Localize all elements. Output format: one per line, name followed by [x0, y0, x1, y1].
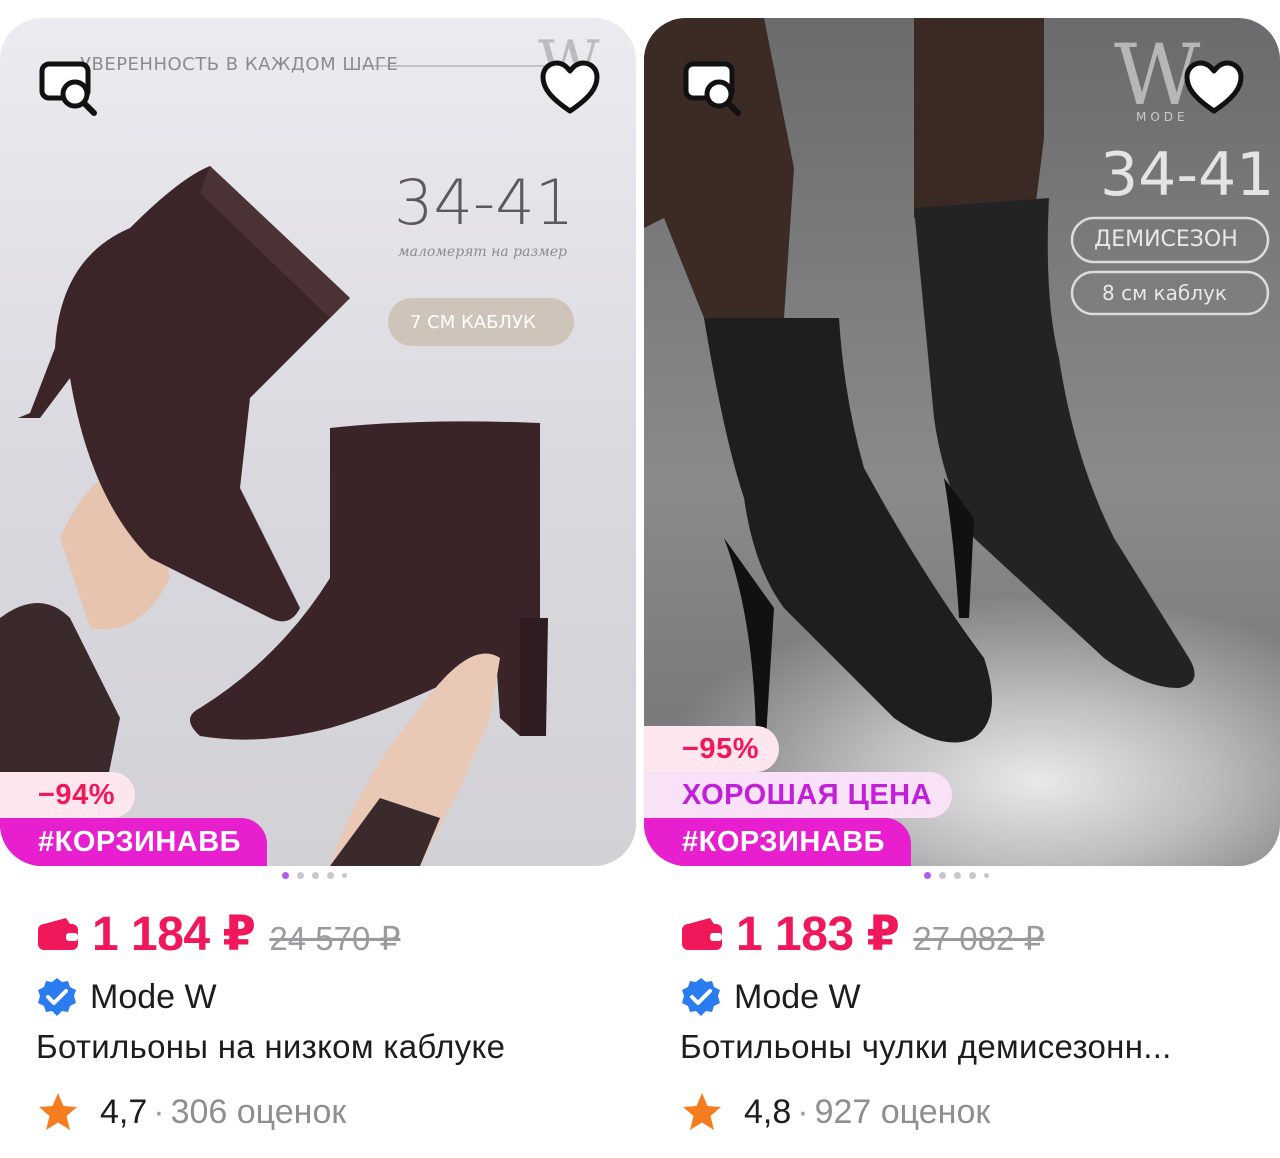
product-photo[interactable]: УВЕРЕННОСТЬ В КАЖДОМ ШАГЕ W 34-41 маломе… — [0, 18, 636, 866]
star-icon — [683, 1093, 721, 1130]
carousel-dot[interactable] — [954, 872, 961, 879]
current-price: 1 184 ₽ — [92, 908, 256, 961]
promo-tag-badge: #КОРЗИНАВБ — [0, 818, 268, 866]
seller-name[interactable]: Mode W — [90, 978, 217, 1017]
boots-illustration — [0, 65, 574, 866]
rating-value: 4,8 — [744, 1092, 792, 1131]
image-search-icon — [39, 61, 97, 116]
image-search-button[interactable] — [680, 56, 744, 120]
badge-stack: −94% #КОРЗИНАВБ — [0, 772, 268, 866]
discount-badge: −94% — [0, 772, 135, 818]
heart-outline-icon — [540, 60, 600, 114]
separator-dot: · — [153, 1092, 165, 1131]
carousel-dot[interactable] — [297, 872, 304, 879]
carousel-dot[interactable] — [939, 872, 946, 879]
price-row: 1 184 ₽ 24 570 ₽ — [36, 906, 400, 962]
good-price-badge: ХОРОШАЯ ЦЕНА — [644, 772, 953, 818]
rating-row: 4,8 · 927 оценок — [680, 1090, 990, 1134]
seller-row[interactable]: Mode W — [36, 976, 217, 1018]
separator-dot: · — [797, 1092, 809, 1131]
carousel-dots[interactable] — [282, 872, 347, 879]
price-row: 1 183 ₽ 27 082 ₽ — [680, 906, 1044, 962]
rating-value: 4,7 — [100, 1092, 148, 1131]
reviews-count: 306 оценок — [170, 1092, 347, 1131]
heel-label: 7 СМ КАБЛУК — [410, 312, 536, 333]
promo-tag-badge: #КОРЗИНАВБ — [644, 818, 912, 866]
image-search-button[interactable] — [36, 56, 100, 120]
seller-row[interactable]: Mode W — [680, 976, 861, 1018]
product-photo[interactable]: W MODE 34-41 ДЕМИСЕЗОН 8 см каблук −95% … — [644, 18, 1280, 866]
favorite-button[interactable] — [538, 56, 602, 120]
product-card-2[interactable]: W MODE 34-41 ДЕМИСЕЗОН 8 см каблук −95% … — [644, 18, 1280, 1148]
verified-badge-icon — [38, 978, 76, 1016]
promo-tagline: УВЕРЕННОСТЬ В КАЖДОМ ШАГЕ — [80, 54, 399, 75]
verified-badge-icon — [682, 978, 720, 1016]
old-price: 27 082 ₽ — [913, 920, 1045, 957]
product-title[interactable]: Ботильоны чулки демисезонн... — [680, 1028, 1270, 1066]
wallet-icon — [682, 918, 722, 950]
heel-label: 8 см каблук — [1102, 281, 1227, 305]
carousel-dot-active[interactable] — [924, 872, 931, 879]
size-note: маломерят на размер — [398, 244, 567, 260]
carousel-dot-active[interactable] — [282, 872, 289, 879]
carousel-dot[interactable] — [327, 872, 334, 879]
season-label: ДЕМИСЕЗОН — [1094, 227, 1238, 252]
discount-badge: −95% — [644, 726, 779, 772]
size-range: 34-41 — [1100, 140, 1275, 210]
product-title[interactable]: Ботильоны на низком каблуке — [36, 1028, 626, 1066]
carousel-dots[interactable] — [924, 872, 989, 879]
size-range: 34-41 — [394, 166, 575, 239]
favorite-button[interactable] — [1182, 56, 1246, 120]
star-icon — [39, 1093, 77, 1130]
seller-name[interactable]: Mode W — [734, 978, 861, 1017]
product-card-1[interactable]: УВЕРЕННОСТЬ В КАЖДОМ ШАГЕ W 34-41 маломе… — [0, 18, 636, 1148]
image-search-icon — [683, 61, 741, 116]
old-price: 24 570 ₽ — [269, 920, 401, 957]
carousel-dot[interactable] — [969, 872, 976, 879]
carousel-dot[interactable] — [312, 872, 319, 879]
heart-outline-icon — [1184, 60, 1244, 114]
badge-stack: −95% ХОРОШАЯ ЦЕНА #КОРЗИНАВБ — [644, 726, 953, 866]
carousel-dot[interactable] — [984, 873, 989, 878]
reviews-count: 927 оценок — [814, 1092, 991, 1131]
rating-row: 4,7 · 306 оценок — [36, 1090, 346, 1134]
wallet-icon — [38, 918, 78, 950]
current-price: 1 183 ₽ — [736, 908, 900, 961]
brand-sub: MODE — [1136, 110, 1189, 124]
carousel-dot[interactable] — [342, 873, 347, 878]
